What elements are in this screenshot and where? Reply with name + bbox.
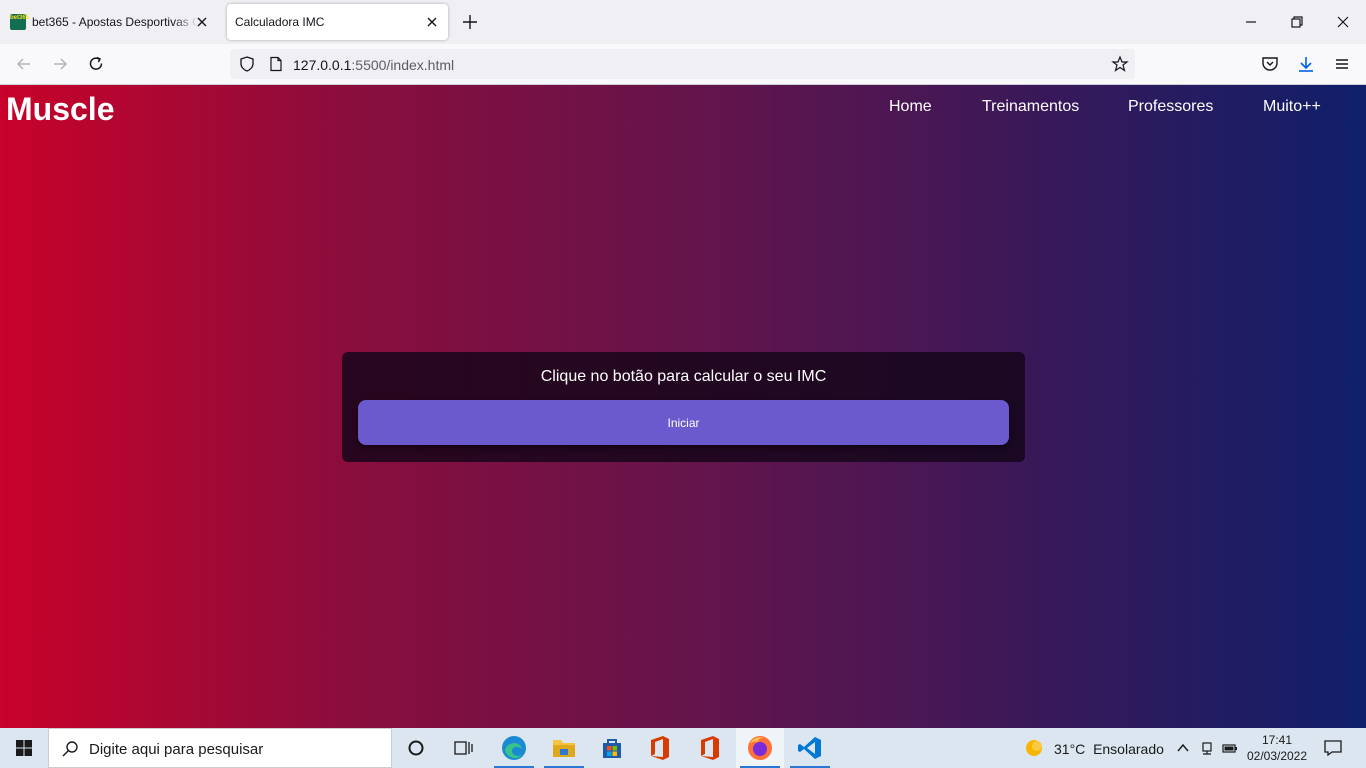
url-text[interactable]: 127.0.0.1:5500/index.html bbox=[293, 57, 454, 73]
bet365-favicon: bet365 bbox=[10, 14, 30, 30]
cortana-icon bbox=[408, 740, 424, 756]
taskbar-search[interactable]: Digite aqui para pesquisar bbox=[48, 728, 392, 768]
close-window-icon[interactable] bbox=[1331, 10, 1355, 34]
taskbar-clock[interactable]: 17:41 02/03/2022 bbox=[1244, 732, 1310, 764]
start-button[interactable]: Iniciar bbox=[358, 400, 1009, 445]
page-icon[interactable] bbox=[268, 56, 284, 72]
task-view-button[interactable] bbox=[440, 728, 488, 768]
battery-icon[interactable] bbox=[1222, 740, 1238, 756]
menu-icon[interactable] bbox=[1332, 54, 1352, 74]
notifications-icon[interactable] bbox=[1324, 739, 1342, 757]
favicon-text: bet365 bbox=[10, 15, 30, 21]
url-host: 127.0.0.1 bbox=[293, 57, 352, 73]
office-app-1[interactable] bbox=[636, 728, 684, 768]
weather-temp: 31°C bbox=[1054, 741, 1086, 757]
tab-bet365[interactable]: bet365 bet365 - Apostas Desportivas Onli… bbox=[4, 4, 218, 40]
page-content: Muscle Home Treinamentos Professores Mui… bbox=[0, 85, 1366, 728]
tab-title: bet365 - Apostas Desportivas Online bbox=[32, 15, 198, 29]
vscode-app[interactable] bbox=[786, 728, 834, 768]
imc-card: Clique no botão para calcular o seu IMC … bbox=[342, 352, 1025, 462]
task-view-icon bbox=[454, 741, 473, 755]
card-title: Clique no botão para calcular o seu IMC bbox=[540, 368, 827, 385]
file-explorer-app[interactable] bbox=[540, 728, 588, 768]
close-tab-icon[interactable] bbox=[194, 14, 210, 30]
tab-calculadora-imc[interactable]: Calculadora IMC bbox=[227, 4, 448, 40]
chevron-up-icon[interactable] bbox=[1175, 740, 1191, 756]
search-icon bbox=[62, 741, 78, 757]
back-icon[interactable] bbox=[14, 54, 34, 74]
minimize-window-icon[interactable] bbox=[1239, 10, 1263, 34]
weather-condition: Ensolarado bbox=[1093, 741, 1164, 757]
tab-strip: bet365 bet365 - Apostas Desportivas Onli… bbox=[0, 0, 1366, 44]
office-icon bbox=[651, 736, 669, 760]
nav-treinamentos[interactable]: Treinamentos bbox=[982, 98, 1079, 116]
weather-widget[interactable]: 31°C Ensolarado bbox=[1054, 741, 1164, 757]
cortana-button[interactable] bbox=[392, 728, 440, 768]
new-tab-icon[interactable] bbox=[460, 12, 480, 32]
search-placeholder: Digite aqui para pesquisar bbox=[89, 741, 264, 758]
downloads-icon[interactable] bbox=[1296, 54, 1316, 74]
reload-icon[interactable] bbox=[86, 54, 106, 74]
office-app-2[interactable] bbox=[686, 728, 734, 768]
url-path: :5500/index.html bbox=[351, 57, 455, 73]
tab-title: Calculadora IMC bbox=[235, 15, 325, 29]
restore-window-icon[interactable] bbox=[1285, 10, 1309, 34]
navigation-toolbar: 127.0.0.1:5500/index.html bbox=[0, 44, 1366, 85]
firefox-app[interactable] bbox=[736, 728, 784, 768]
bookmark-star-icon[interactable] bbox=[1111, 55, 1129, 73]
clock-time: 17:41 bbox=[1261, 733, 1293, 747]
firefox-icon bbox=[748, 736, 772, 760]
edge-icon bbox=[502, 736, 526, 760]
forward-icon[interactable] bbox=[50, 54, 70, 74]
file-explorer-icon bbox=[553, 740, 575, 757]
office-icon bbox=[701, 736, 719, 760]
edge-app[interactable] bbox=[490, 728, 538, 768]
nav-professores[interactable]: Professores bbox=[1128, 98, 1213, 116]
microsoft-store-app[interactable] bbox=[588, 728, 636, 768]
brand-logo[interactable]: Muscle bbox=[6, 91, 114, 128]
start-button-windows[interactable] bbox=[0, 728, 48, 768]
taskbar: Digite aqui para pesquisar 31°C Ensolara… bbox=[0, 728, 1366, 768]
vscode-icon bbox=[798, 737, 821, 759]
windows-logo-icon bbox=[16, 740, 32, 756]
pocket-icon[interactable] bbox=[1260, 54, 1280, 74]
nav-muito[interactable]: Muito++ bbox=[1263, 98, 1321, 116]
close-tab-icon[interactable] bbox=[424, 14, 440, 30]
network-icon[interactable] bbox=[1199, 740, 1215, 756]
microsoft-store-icon bbox=[603, 739, 621, 758]
shield-icon[interactable] bbox=[238, 55, 256, 73]
url-bar[interactable]: 127.0.0.1:5500/index.html bbox=[230, 49, 1135, 79]
clock-date: 02/03/2022 bbox=[1246, 749, 1308, 763]
weather-sun-icon[interactable] bbox=[1024, 738, 1044, 758]
nav-home[interactable]: Home bbox=[889, 98, 932, 116]
